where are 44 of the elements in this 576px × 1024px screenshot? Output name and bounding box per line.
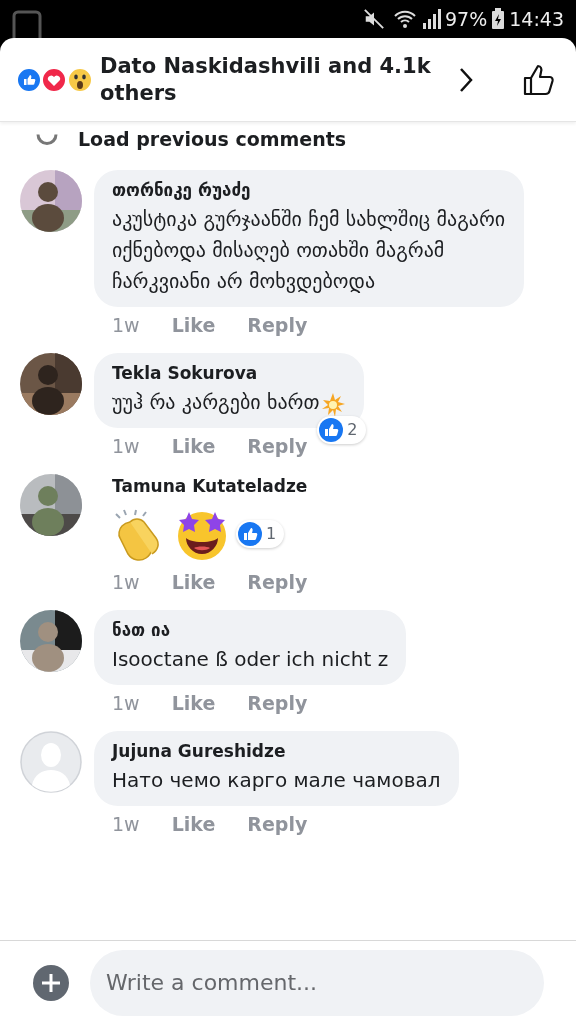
thumbs-up-icon[interactable]: [522, 62, 556, 97]
add-icon[interactable]: [32, 963, 70, 1002]
comment-text: აკუსტიკა გურჯაანში ჩემ სახლშიც მაგარი იქნებოდა მისაღებ ოთახში მაგრამ ჩარკვიანი არ მოხვდებოდა: [112, 205, 506, 295]
reply-link[interactable]: Reply: [247, 310, 308, 339]
reply-link[interactable]: Reply: [247, 567, 308, 596]
signal-icon: [421, 8, 441, 30]
reply-link[interactable]: Reply: [247, 688, 308, 717]
reaction-count[interactable]: 1: [236, 519, 285, 548]
comment-time: 1w: [112, 811, 140, 837]
reply-link[interactable]: Reply: [247, 809, 308, 838]
reply-link[interactable]: Reply: [247, 431, 308, 460]
like-link[interactable]: Like: [171, 431, 216, 460]
comment-author[interactable]: Tekla Sokurova: [112, 361, 346, 387]
comment-text: უუჰ რა კარგები ხართ: [112, 388, 320, 416]
reaction-count-text: 2: [347, 418, 358, 441]
like-link[interactable]: Like: [171, 809, 216, 838]
comment-author[interactable]: ნათ ია: [112, 618, 389, 644]
app-icon: [12, 10, 42, 40]
battery-icon: [491, 8, 506, 30]
comment-time: 1w: [112, 312, 140, 338]
like-link[interactable]: Like: [171, 688, 216, 717]
avatar-icon: [20, 731, 82, 793]
reaction-count-text: 1: [266, 522, 277, 545]
like-link[interactable]: Like: [171, 310, 216, 339]
comment-time: 1w: [112, 690, 140, 716]
loading-spinner-icon: [36, 133, 58, 145]
like-reaction-icon: [319, 417, 344, 442]
comment-author[interactable]: Jujuna Gureshidze: [112, 739, 441, 765]
wifi-icon: [393, 8, 417, 30]
mute-icon: [363, 8, 385, 30]
comment-input[interactable]: Write a comment...: [90, 949, 544, 1016]
comment-time: 1w: [112, 433, 140, 459]
comment-text: Нато чемо карго мале чамовал: [112, 766, 441, 794]
reactions-summary[interactable]: Dato Naskidashvili and 4.1k others: [100, 52, 458, 107]
comment-author[interactable]: თორნიკე რუაძე: [112, 178, 506, 204]
comment-author[interactable]: Tamuna Kutateladze: [112, 474, 308, 500]
like-link[interactable]: Like: [171, 567, 216, 596]
clock: 14:43: [509, 6, 564, 32]
battery-percent: 97%: [445, 6, 488, 32]
comment-text: Isooctane ß oder ich nicht z: [112, 645, 389, 673]
like-reaction-icon: [238, 521, 262, 546]
load-previous-comments[interactable]: Load previous comments: [78, 124, 347, 154]
comment-time: 1w: [112, 569, 140, 595]
reaction-count[interactable]: 2: [317, 415, 366, 444]
